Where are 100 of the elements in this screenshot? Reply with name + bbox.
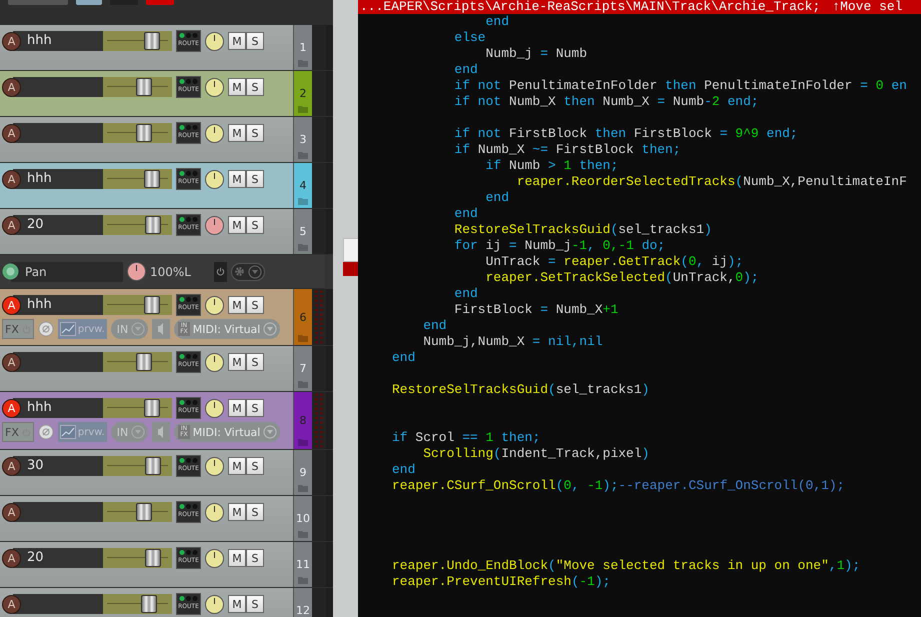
volume-fader[interactable]	[103, 502, 172, 522]
code-line: reaper.Undo_EndBlock("Move selected tracks in up on one",1);	[392, 558, 860, 574]
volume-fader[interactable]	[103, 548, 172, 568]
mute-button[interactable]: M	[228, 296, 246, 314]
envelope-settings-button[interactable]	[231, 262, 265, 280]
fader-thumb[interactable]	[145, 216, 162, 234]
pan-knob[interactable]	[205, 78, 224, 96]
io-dots-icon	[179, 399, 198, 406]
solo-button[interactable]: S	[246, 353, 264, 371]
pan-knob[interactable]	[205, 296, 224, 314]
pan-knob[interactable]	[205, 216, 224, 234]
io-dots-icon	[179, 170, 198, 177]
folder-icon	[298, 439, 308, 446]
volume-fader[interactable]	[103, 169, 172, 189]
solo-button[interactable]: S	[246, 170, 264, 188]
pan-knob[interactable]	[205, 548, 224, 568]
track-number-cell: 9	[293, 450, 312, 495]
volume-fader[interactable]	[103, 215, 172, 235]
io-dots-icon	[179, 124, 198, 131]
mute-button[interactable]: M	[228, 457, 246, 475]
fader-thumb[interactable]	[144, 399, 160, 417]
track-number-cell: 10	[293, 496, 312, 541]
fader-thumb[interactable]	[136, 78, 152, 96]
solo-button[interactable]: S	[246, 216, 264, 234]
mute-button[interactable]: M	[228, 399, 246, 417]
record-arm-button[interactable]: A	[2, 456, 21, 476]
folder-icon	[298, 60, 308, 67]
pan-knob[interactable]	[205, 32, 224, 50]
volume-fader[interactable]	[103, 594, 172, 614]
record-arm-button[interactable]: A	[2, 124, 21, 142]
code-line: if Numb_X ~= FirstBlock then;	[454, 142, 681, 158]
volume-fader[interactable]	[103, 77, 172, 97]
solo-button[interactable]: S	[246, 595, 264, 613]
solo-button[interactable]: S	[246, 457, 264, 475]
solo-button[interactable]: S	[246, 296, 264, 314]
pan-knob[interactable]	[205, 398, 224, 418]
volume-fader[interactable]	[103, 31, 172, 51]
code-line: RestoreSelTracksGuid(sel_tracks1)	[454, 222, 712, 238]
mute-button[interactable]: M	[228, 595, 246, 613]
fader-thumb[interactable]	[144, 170, 160, 188]
record-arm-button[interactable]: A	[2, 216, 21, 234]
record-arm-button[interactable]: A	[2, 502, 21, 522]
pan-knob[interactable]	[205, 124, 224, 142]
record-arm-button[interactable]: A	[2, 352, 21, 372]
record-arm-button[interactable]: A	[2, 398, 21, 418]
record-arm-button[interactable]: A	[2, 548, 21, 568]
envelope-name-field: Pan	[11, 262, 123, 282]
fader-thumb[interactable]	[136, 353, 152, 371]
mute-button[interactable]: M	[228, 32, 246, 50]
volume-fader[interactable]	[103, 123, 172, 143]
volume-fader[interactable]	[103, 456, 172, 476]
code-line: if not Numb_X then Numb_X = Numb-2 end;	[454, 94, 759, 110]
io-dots-icon	[179, 549, 198, 556]
code-line: end	[454, 286, 478, 302]
mute-button[interactable]: M	[228, 503, 246, 521]
envelope-knob[interactable]	[127, 262, 146, 281]
mute-button[interactable]: M	[228, 78, 246, 96]
fader-thumb[interactable]	[145, 549, 162, 567]
folder-icon	[298, 152, 308, 159]
solo-button[interactable]: S	[246, 503, 264, 521]
volume-fader[interactable]	[103, 295, 172, 315]
fader-thumb[interactable]	[144, 296, 160, 314]
solo-button[interactable]: S	[246, 549, 264, 567]
fader-thumb[interactable]	[145, 457, 162, 475]
volume-fader[interactable]	[103, 398, 172, 418]
mute-button[interactable]: M	[228, 216, 246, 234]
record-arm-button[interactable]: A	[2, 32, 21, 50]
mute-button[interactable]: M	[228, 170, 246, 188]
fader-thumb[interactable]	[144, 32, 160, 50]
solo-button[interactable]: S	[246, 124, 264, 142]
folder-icon	[298, 198, 308, 205]
pan-knob[interactable]	[205, 502, 224, 522]
fader-thumb[interactable]	[141, 595, 158, 613]
mute-button[interactable]: M	[228, 353, 246, 371]
record-arm-button[interactable]: A	[2, 594, 21, 614]
envelope-bypass-button[interactable]	[214, 262, 227, 282]
pan-knob[interactable]	[205, 456, 224, 476]
pan-knob[interactable]	[205, 352, 224, 372]
fader-thumb[interactable]	[136, 124, 152, 142]
fader-thumb[interactable]	[136, 503, 152, 521]
code-line: Scrolling(Indent_Track,pixel)	[423, 446, 650, 462]
pan-knob[interactable]	[205, 594, 224, 614]
record-arm-button[interactable]: A	[2, 296, 21, 314]
solo-button[interactable]: S	[246, 32, 264, 50]
record-arm-button[interactable]: A	[2, 170, 21, 188]
code-line: RestoreSelTracksGuid(sel_tracks1)	[392, 382, 650, 398]
mute-button[interactable]: M	[228, 549, 246, 567]
volume-fader[interactable]	[103, 352, 172, 372]
folder-icon	[298, 531, 308, 538]
track-number-cell: 11	[293, 542, 312, 587]
track-number-cell: 2	[293, 71, 312, 116]
solo-button[interactable]: S	[246, 78, 264, 96]
io-dots-icon	[179, 503, 198, 510]
dropdown-icon	[131, 425, 146, 439]
solo-button[interactable]: S	[246, 399, 264, 417]
pan-knob[interactable]	[205, 170, 224, 188]
mute-button[interactable]: M	[228, 124, 246, 142]
record-arm-button[interactable]: A	[2, 78, 21, 96]
file-path: ...EAPER\Scripts\Archie-ReaScripts\MAIN\Track\Archie_Track;	[360, 0, 820, 14]
envelope-icon	[60, 425, 76, 439]
